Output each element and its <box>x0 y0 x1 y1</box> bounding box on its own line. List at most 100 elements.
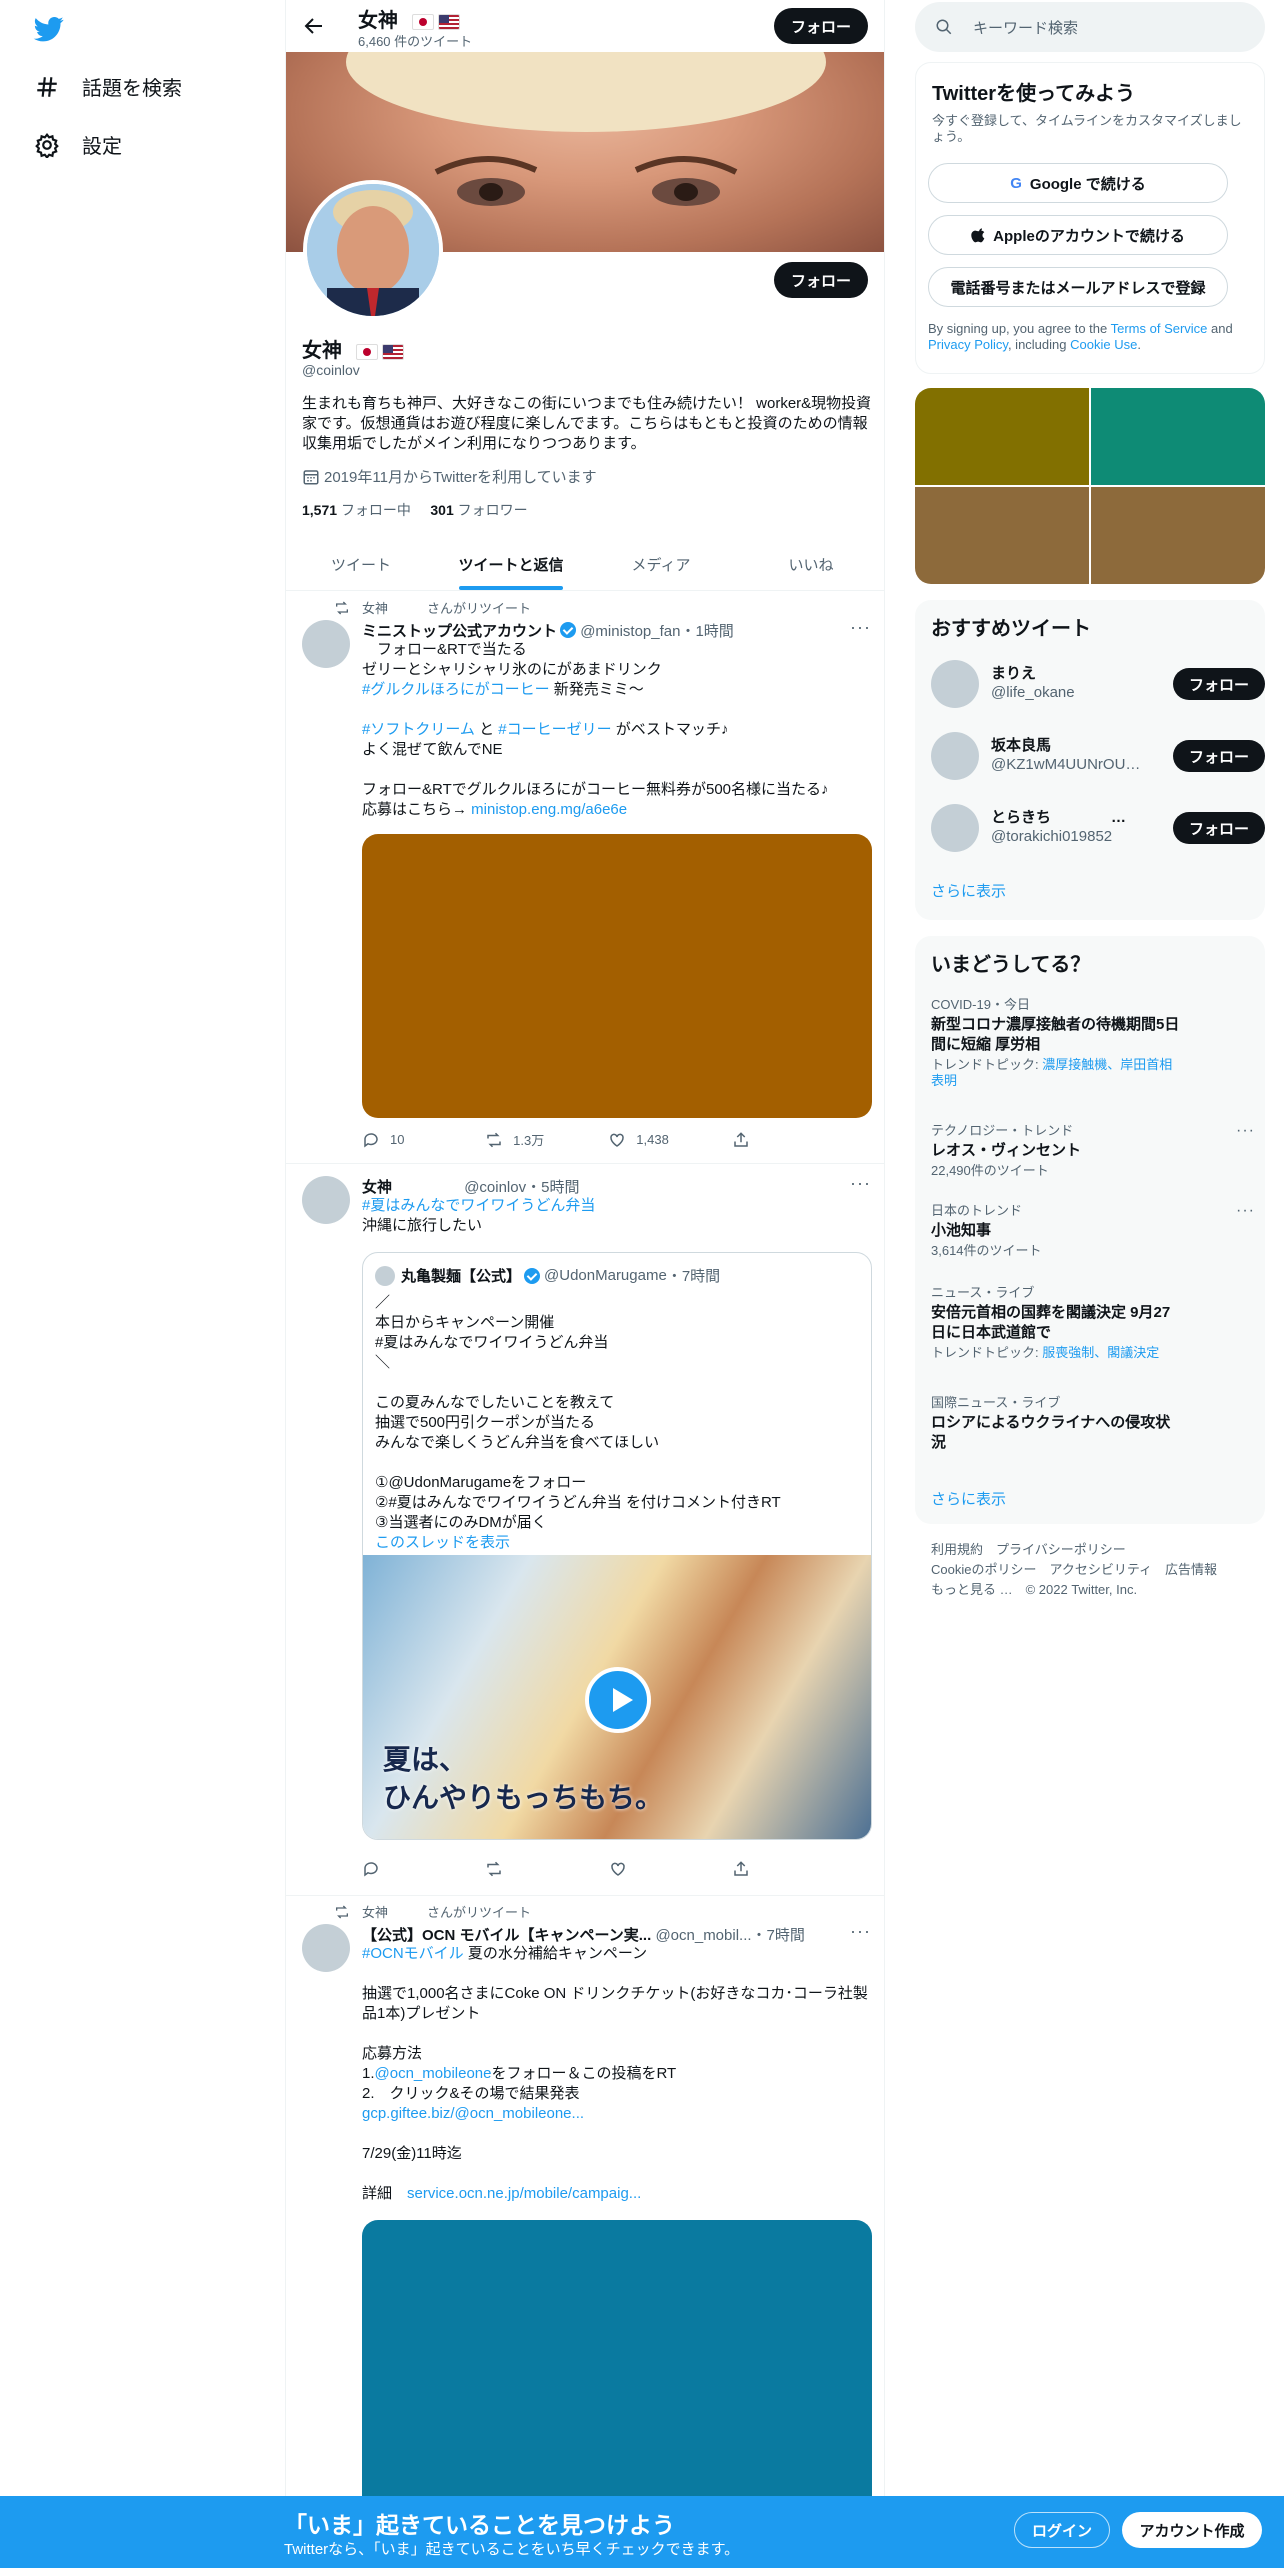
retweet-button[interactable] <box>485 1860 545 1878</box>
trend-item[interactable]: ニュース・ライブ 安倍元首相の国葬を閣議決定 9月27日に日本武道館で トレンド… <box>931 1282 1251 1361</box>
search-box[interactable]: キーワード検索 <box>915 2 1265 52</box>
header-follow-button[interactable]: フォロー <box>774 8 868 44</box>
more-options-icon[interactable]: ··· <box>850 1922 870 1946</box>
signup-card: Twitterを使ってみよう 今すぐ登録して、タイムラインをカスタマイズしましょ… <box>915 62 1265 374</box>
cookie-link[interactable]: Cookie Use <box>1070 337 1137 352</box>
tab-media[interactable]: メディア <box>586 538 736 590</box>
footer-line[interactable]: Cookieのポリシー アクセシビリティ 広告情報 <box>931 1560 1251 1580</box>
trend-item[interactable]: 国際ニュース・ライブ ロシアによるウクライナへの侵攻状況 <box>931 1392 1251 1453</box>
like-button[interactable] <box>609 1860 669 1878</box>
tweet[interactable]: 女神 @coinlov・5時間 ··· #夏はみんなでワイワイうどん弁当 沖縄に… <box>286 1164 884 1896</box>
privacy-link[interactable]: Privacy Policy <box>928 337 1008 352</box>
avatar[interactable] <box>302 620 350 668</box>
more-options-icon[interactable]: ··· <box>850 1174 870 1198</box>
follow-button[interactable]: フォロー <box>1173 812 1265 844</box>
recommend-user[interactable]: まりえ @life_okane フォロー <box>931 656 1265 712</box>
twitter-bird-icon[interactable] <box>32 14 66 44</box>
avatar[interactable] <box>302 1924 350 1972</box>
follow-stats: 1,571 フォロー中 301 フォロワー <box>302 500 528 520</box>
url-link[interactable]: service.ocn.ne.jp/mobile/campaig... <box>407 2185 641 2202</box>
media-grid <box>915 388 1265 584</box>
media-thumb[interactable] <box>915 487 1089 584</box>
tab-likes[interactable]: いいね <box>736 538 884 590</box>
tweet-text: #OCNモバイル 夏の水分補給キャンペーン 抽選で1,000名さまにCoke O… <box>362 1945 868 2202</box>
recommended-tweets-card: おすすめツイート まりえ @life_okane フォロー 坂本良馬 @KZ1w… <box>915 600 1265 920</box>
reply-icon <box>364 1862 378 1877</box>
play-icon[interactable] <box>585 1667 651 1733</box>
trend-item[interactable]: COVID-19・今日 新型コロナ濃厚接触者の待機期間5日間に短縮 厚労相 トレ… <box>931 994 1251 1089</box>
show-more-link[interactable]: さらに表示 <box>931 880 1006 901</box>
footer-line[interactable]: 利用規約 プライバシーポリシー <box>931 1540 1251 1560</box>
trend-topic-links[interactable]: 服喪強制、閣議決定 <box>1042 1345 1159 1360</box>
tab-tweets[interactable]: ツイート <box>286 538 436 590</box>
avatar[interactable] <box>931 660 979 708</box>
nav-explore[interactable]: 話題を検索 <box>34 72 182 101</box>
reply-button[interactable] <box>362 1860 422 1878</box>
follow-button[interactable]: フォロー <box>1173 740 1265 772</box>
footer-line[interactable]: もっと見る … © 2022 Twitter, Inc. <box>931 1580 1251 1600</box>
recommend-user[interactable]: 坂本良馬 @KZ1wM4UUNrOUj... フォロー <box>931 728 1265 784</box>
url-link[interactable]: gcp.giftee.biz/@ocn_mobileone... <box>362 2105 584 2122</box>
trend-item[interactable]: テクノロジー・トレンド レオス・ヴィンセント 22,490件のツイート ··· <box>931 1120 1254 1179</box>
tweet-header: 【公式】OCN モバイル【キャンペーン実... @ocn_mobil...・7時… <box>362 1924 805 1945</box>
profile-avatar[interactable] <box>303 180 443 320</box>
tweet-media[interactable] <box>362 834 872 1118</box>
avatar[interactable] <box>931 804 979 852</box>
media-thumb[interactable] <box>915 388 1089 485</box>
tweet-text: #夏はみんなでワイワイうどん弁当 沖縄に旅行したい <box>362 1197 596 1234</box>
recommend-user[interactable]: とらきち … @torakichi019852 フォロー <box>931 800 1265 856</box>
retweet-icon <box>487 1132 501 1147</box>
follow-button[interactable]: フォロー <box>1173 668 1265 700</box>
nav-settings[interactable]: 設定 <box>34 130 122 159</box>
followers-link[interactable]: 301 フォロワー <box>430 502 527 518</box>
hashtag-link[interactable]: #グルクルほろにがコーヒー <box>362 681 550 698</box>
avatar[interactable] <box>302 1176 350 1224</box>
reply-button[interactable]: 10 <box>362 1130 422 1149</box>
author-name[interactable]: ミニストップ公式アカウント <box>362 623 557 640</box>
avatar[interactable] <box>931 732 979 780</box>
mention-link[interactable]: @ocn_mobileone <box>375 2065 492 2082</box>
google-signup-button[interactable]: G Google で続ける <box>928 163 1228 203</box>
login-button[interactable]: ログイン <box>1014 2512 1110 2548</box>
retweet-button[interactable]: 1.3万 <box>485 1130 545 1149</box>
tweet-time[interactable]: ・1時間 <box>680 623 733 640</box>
quoted-tweet[interactable]: 丸亀製麺【公式】 @UdonMarugame ・7時間 ／ 本日からキャンペーン開… <box>362 1252 872 1840</box>
share-button[interactable] <box>732 1860 792 1878</box>
like-button[interactable]: 1,438 <box>608 1130 669 1149</box>
more-options-icon[interactable]: ··· <box>850 618 870 642</box>
tweet-time[interactable]: ・7時間 <box>752 1927 805 1944</box>
more-options-icon[interactable]: ··· <box>1236 1122 1255 1140</box>
hashtag-link[interactable]: #OCNモバイル <box>362 1945 464 1962</box>
show-more-link[interactable]: さらに表示 <box>931 1488 1006 1509</box>
back-arrow-icon[interactable] <box>302 14 326 38</box>
author-name[interactable]: 女神 <box>362 1179 392 1196</box>
quoted-video[interactable]: 夏は、 ひんやりもっちもち。 <box>363 1555 871 1839</box>
reply-icon <box>364 1132 378 1147</box>
tweet-media[interactable] <box>362 2220 872 2520</box>
author-handle[interactable]: @ministop_fan <box>580 623 680 640</box>
author-handle[interactable]: @coinlov <box>464 1179 526 1196</box>
hashtag-link[interactable]: #コーヒーゼリー <box>498 721 611 738</box>
media-thumb[interactable] <box>1091 487 1265 584</box>
media-thumb[interactable] <box>1091 388 1265 485</box>
following-link[interactable]: 1,571 フォロー中 <box>302 502 411 518</box>
profile-follow-button[interactable]: フォロー <box>774 262 868 298</box>
hashtag-link[interactable]: #夏はみんなでワイワイうどん弁当 <box>362 1197 595 1214</box>
more-options-icon[interactable]: ··· <box>1236 1202 1255 1220</box>
hashtag-link[interactable]: #ソフトクリーム <box>362 721 475 738</box>
trend-item[interactable]: 日本のトレンド 小池知事 3,614件のツイート ··· <box>931 1200 1254 1259</box>
tweet-time[interactable]: ・5時間 <box>526 1179 579 1196</box>
tweet[interactable]: 女神 さんがリツイート ミニストップ公式アカウント @ministop_fan・… <box>286 592 884 1164</box>
author-name[interactable]: 【公式】OCN モバイル【キャンペーン実... <box>362 1927 651 1944</box>
share-button[interactable] <box>732 1130 792 1149</box>
search-input[interactable]: キーワード検索 <box>973 17 1078 38</box>
phone-email-signup-button[interactable]: 電話番号またはメールアドレスで登録 <box>928 267 1228 307</box>
signup-button[interactable]: アカウント作成 <box>1122 2512 1262 2548</box>
terms-link[interactable]: Terms of Service <box>1111 321 1208 336</box>
apple-signup-button[interactable]: Appleのアカウントで続ける <box>928 215 1228 255</box>
show-thread-link[interactable]: このスレッドを表示 <box>375 1534 510 1551</box>
url-link[interactable]: ministop.eng.mg/a6e6e <box>471 801 627 818</box>
tab-tweets-and-replies[interactable]: ツイートと返信 <box>436 538 586 590</box>
author-handle[interactable]: @ocn_mobil... <box>655 1927 751 1944</box>
tweet[interactable]: 女神 さんがリツイート 【公式】OCN モバイル【キャンペーン実... @ocn… <box>286 1896 884 2568</box>
